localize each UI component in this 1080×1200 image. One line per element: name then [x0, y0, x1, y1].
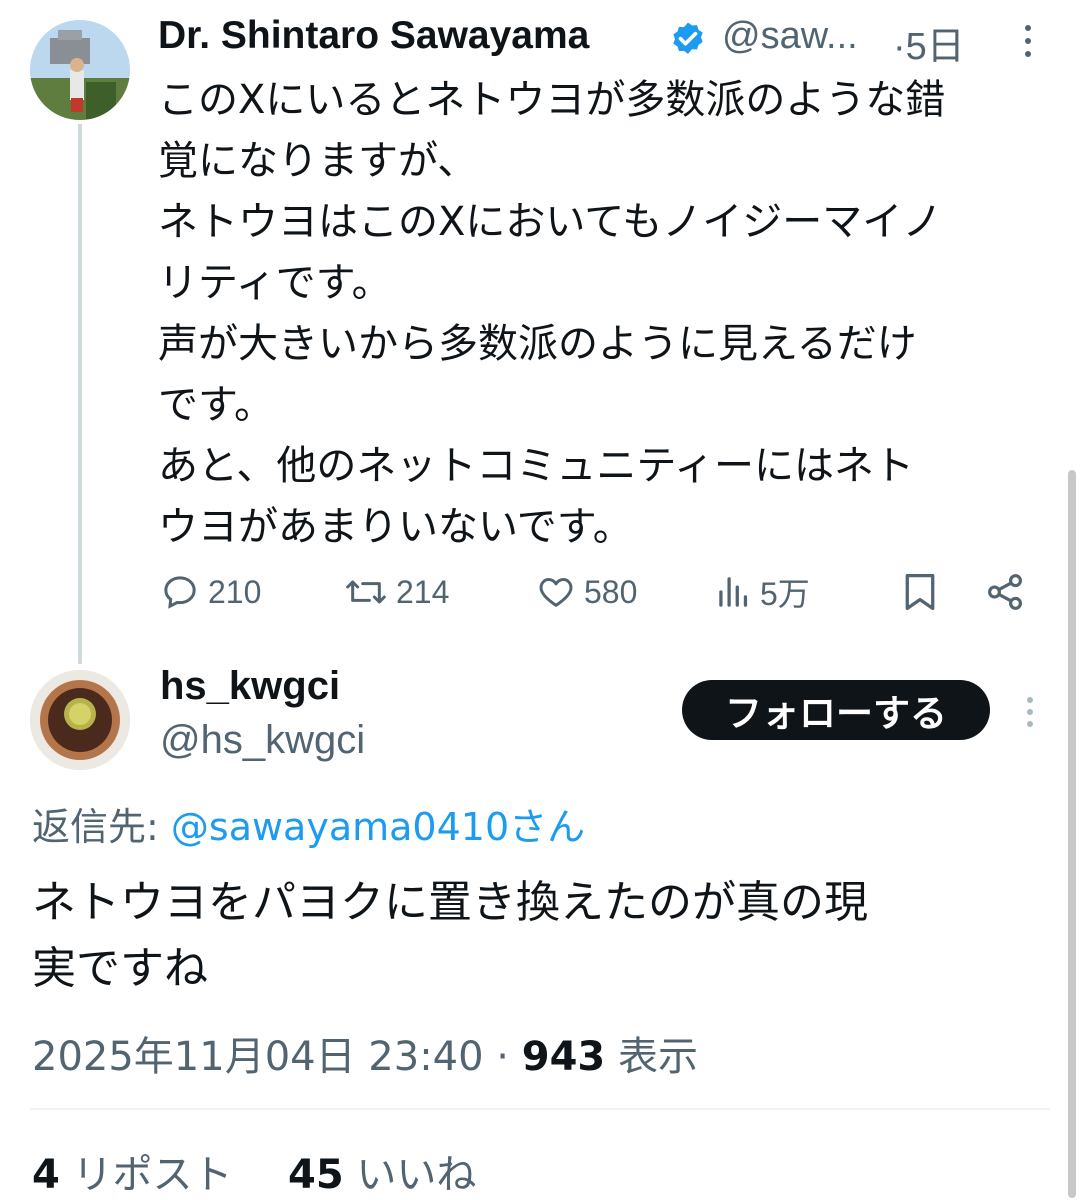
- like-stat[interactable]: 45 いいね: [288, 1152, 476, 1198]
- like-stat-label: いいね: [343, 1152, 477, 1198]
- reply-to-label: 返信先:: [32, 805, 171, 849]
- thread-connector-line: [78, 124, 82, 664]
- like-button[interactable]: 580: [536, 566, 637, 618]
- divider: [30, 1108, 1050, 1110]
- avatar-photo: [30, 670, 130, 770]
- reply-button[interactable]: 210: [160, 566, 261, 618]
- repost-button[interactable]: 214: [344, 566, 449, 618]
- reply-to-link[interactable]: @sawayama0410さん: [171, 805, 585, 849]
- reply-icon: [164, 576, 196, 609]
- tweet-text-line: ネトウヨはこのXにおいてもノイジーマイノ: [158, 199, 943, 245]
- meta-separator: ·: [483, 1034, 522, 1080]
- like-count: 580: [584, 573, 638, 610]
- share-icon[interactable]: [984, 570, 1026, 614]
- repost-stat-count: 4: [32, 1152, 60, 1198]
- reply-meta: 2025年11月04日 23:40 · 943 表示: [32, 1024, 698, 1082]
- verified-badge-icon: [673, 22, 703, 54]
- scrollbar[interactable]: [1068, 470, 1076, 1198]
- tweet-text: このXにいるとネトウヨが多数派のような錯 覚になりますが、 ネトウヨはこのXにお…: [158, 70, 1048, 558]
- time-separator: ·: [893, 26, 906, 68]
- tweet-text-line: です。: [158, 382, 274, 428]
- avatar-photo: [30, 20, 130, 120]
- tweet-text-line: リティです。: [158, 260, 392, 306]
- view-count: 5万: [760, 576, 810, 612]
- repost-icon: [346, 580, 386, 604]
- reply-timestamp[interactable]: 2025年11月04日 23:40: [32, 1034, 484, 1080]
- reply-text: ネトウヨをパヨクに置き換えたのが真の現 実ですね: [32, 870, 1052, 1002]
- author-handle[interactable]: @saw...: [722, 15, 858, 58]
- reply-to-line: 返信先: @sawayama0410さん: [32, 796, 585, 851]
- tweet-text-line: 声が大きいから多数派のように見えるだけ: [158, 321, 917, 367]
- tweet-text-line: このXにいるとネトウヨが多数派のような錯: [158, 77, 946, 123]
- reply-view-count: 943: [521, 1034, 606, 1080]
- tweet-text-line: ウヨがあまりいないです。: [158, 504, 633, 550]
- repost-stat-label: リポスト: [59, 1152, 233, 1198]
- reply-count: 210: [208, 573, 262, 610]
- relative-time: 5日: [905, 26, 965, 68]
- view-label: 表示: [605, 1034, 698, 1080]
- views-button[interactable]: 5万: [716, 566, 810, 618]
- reply-author-avatar[interactable]: [30, 670, 130, 770]
- reply-author-handle[interactable]: @hs_kwgci: [160, 718, 365, 763]
- reply-author-name[interactable]: hs_kwgci: [160, 664, 340, 709]
- reply-text-line: 実ですね: [32, 943, 208, 994]
- more-icon[interactable]: [1020, 694, 1040, 730]
- tweet-time[interactable]: ·5日: [893, 15, 965, 70]
- author-avatar[interactable]: [30, 20, 130, 120]
- more-icon[interactable]: [1018, 22, 1038, 60]
- views-icon: [719, 577, 748, 607]
- engagement-stats: 4 リポスト 45 いいね: [32, 1142, 476, 1200]
- repost-count: 214: [396, 573, 450, 610]
- author-name[interactable]: Dr. Shintaro Sawayama: [158, 14, 589, 58]
- bookmark-icon[interactable]: [900, 570, 940, 614]
- tweet-text-line: 覚になりますが、: [158, 138, 478, 184]
- reply-text-line: ネトウヨをパヨクに置き換えたのが真の現: [32, 877, 868, 928]
- like-icon: [539, 578, 573, 607]
- tweet-text-line: あと、他のネットコミュニティーにはネト: [158, 443, 914, 489]
- like-stat-count: 45: [288, 1152, 344, 1198]
- follow-button[interactable]: フォローする: [682, 680, 990, 740]
- repost-stat[interactable]: 4 リポスト: [32, 1152, 233, 1198]
